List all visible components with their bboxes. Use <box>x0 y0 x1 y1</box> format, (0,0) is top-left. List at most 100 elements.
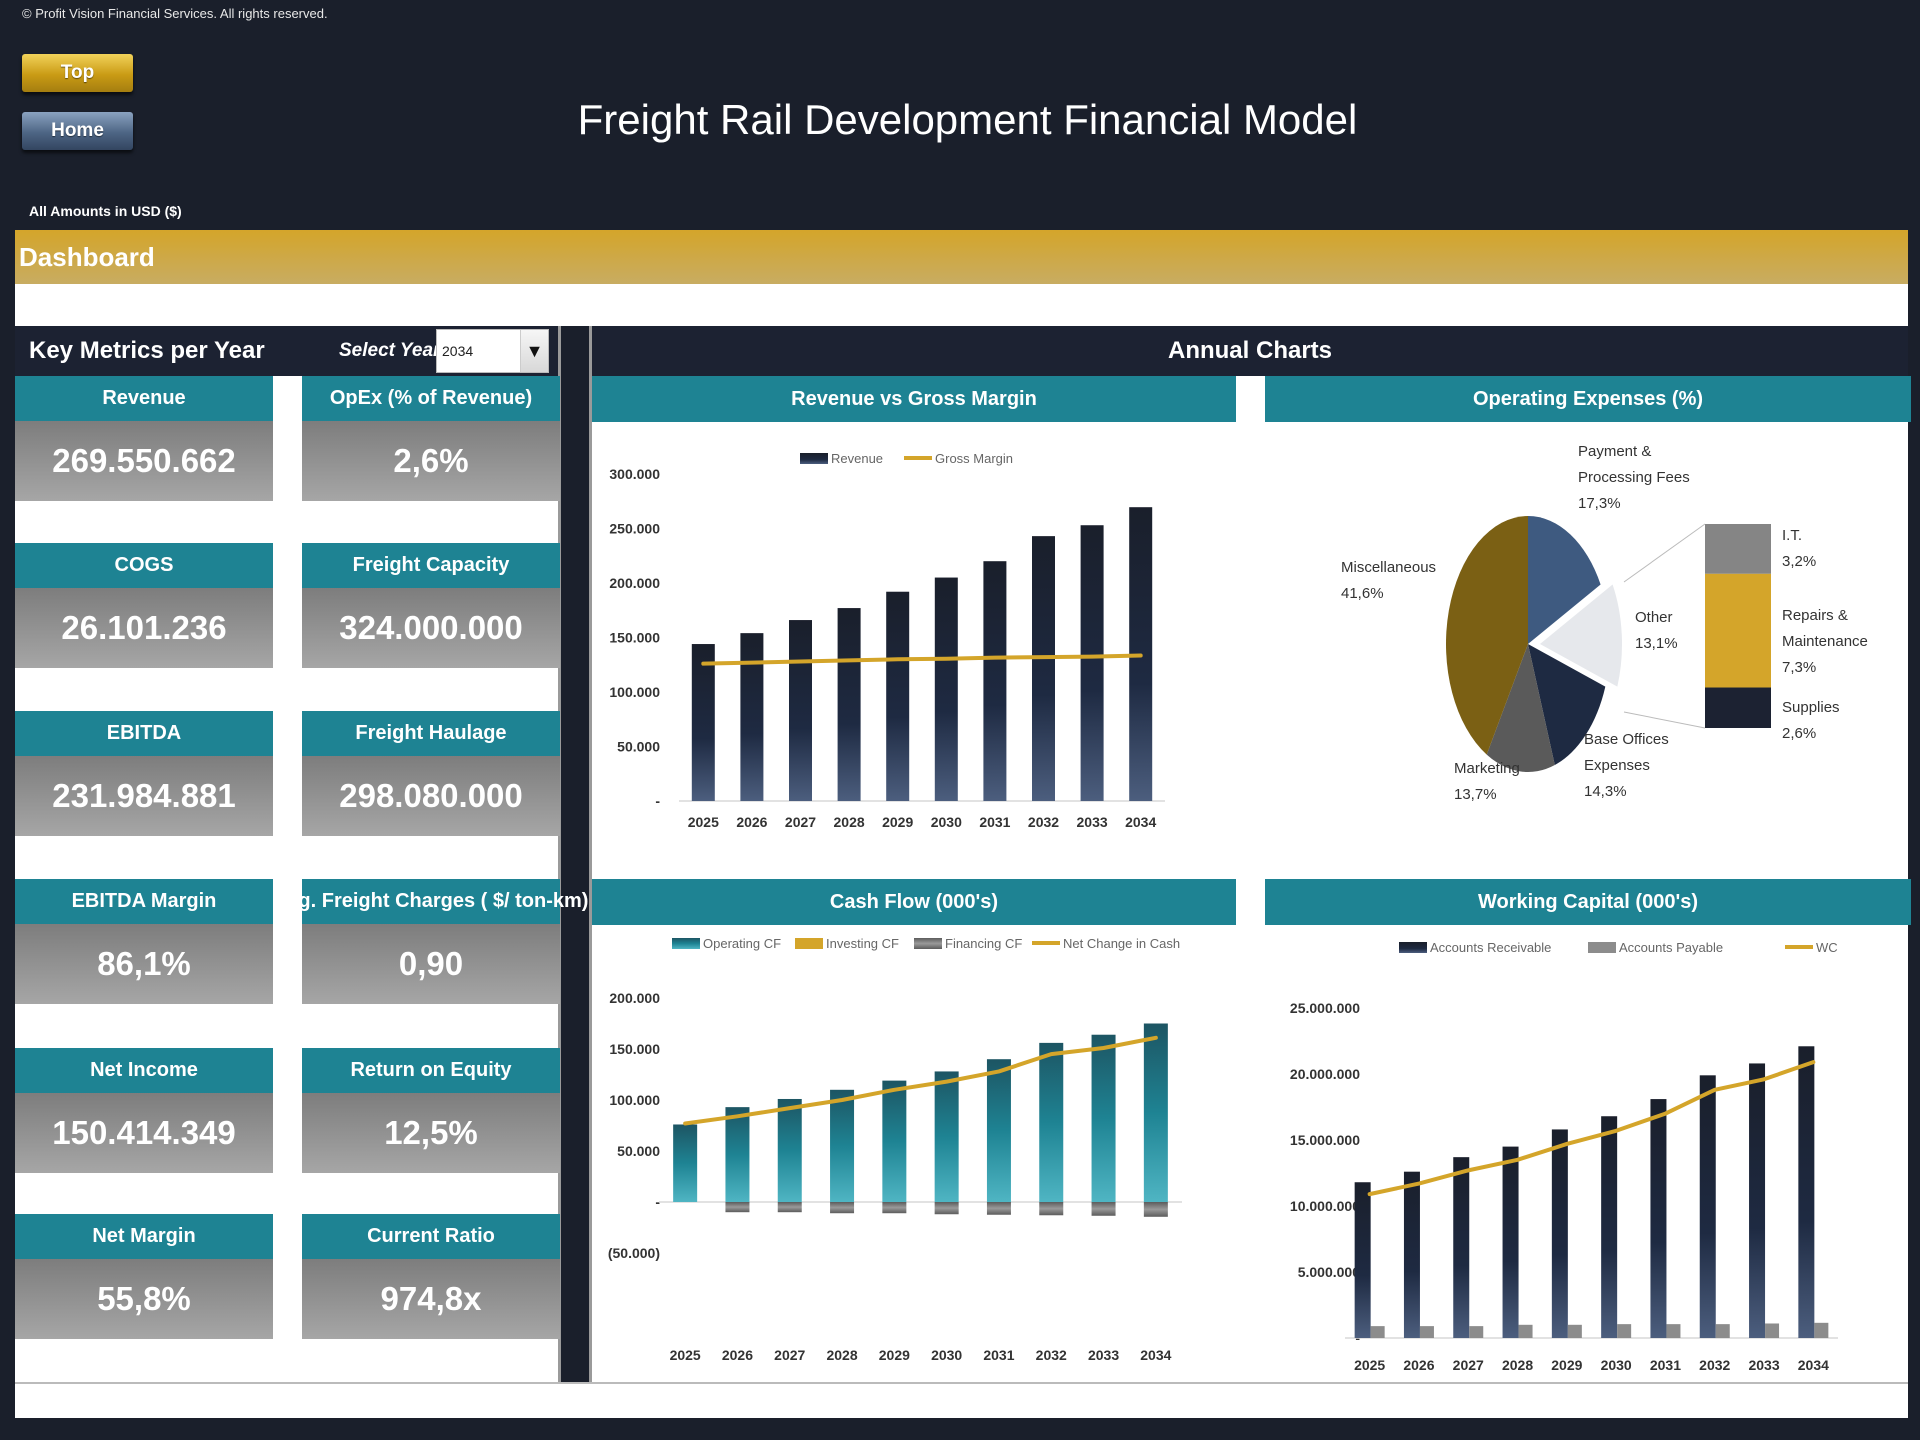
stack-segment-i-t- <box>1705 524 1771 574</box>
metric-card: OpEx (% of Revenue) 2,6% <box>302 376 560 501</box>
metric-label: Freight Haulage <box>302 711 560 756</box>
x-tick-label: 2028 <box>826 1347 857 1363</box>
metric-value: 0,90 <box>302 924 560 1004</box>
bar-revenue <box>837 608 861 801</box>
x-tick-label: 2030 <box>931 814 962 830</box>
legend-label: Gross Margin <box>935 451 1013 466</box>
x-tick-label: 2025 <box>670 1347 701 1363</box>
opex-pie-chart: Payment & Processing Fees 17,3% Other 13,1% B… <box>1341 443 1868 803</box>
bar-revenue <box>1032 536 1055 801</box>
y-tick-label: 250.000 <box>609 521 660 537</box>
x-tick-label: 2030 <box>1601 1357 1632 1373</box>
bar-revenue <box>1080 525 1104 801</box>
pie-label-base-offices: Base Offices Expenses 14,3% <box>1584 731 1669 800</box>
section-title: Dashboard <box>19 241 155 272</box>
chart-title-text: Working Capital (000's) <box>1478 890 1698 913</box>
year-select[interactable]: 2034 ▼ <box>436 329 549 373</box>
key-metrics-panel: Key Metrics per Year Select Year 2034 ▼ … <box>15 326 588 1382</box>
bar-accounts-receivable <box>1798 1046 1815 1338</box>
y-tick-label: 150.000 <box>609 630 660 646</box>
metric-card: Revenue 269.550.662 <box>15 376 273 501</box>
metric-label: EBITDA Margin <box>15 879 273 924</box>
bar-operating-cf <box>725 1107 750 1202</box>
bar-operating-cf <box>882 1080 907 1202</box>
stack-label-supplies: Supplies 2,6% <box>1782 699 1840 742</box>
section-header: Dashboard <box>15 230 1908 284</box>
x-tick-label: 2033 <box>1748 1357 1779 1373</box>
dropdown-arrow-icon[interactable]: ▼ <box>520 330 548 372</box>
y-tick-label: 50.000 <box>617 739 660 755</box>
x-tick-label: 2026 <box>722 1347 753 1363</box>
metric-value: 231.984.881 <box>15 756 273 836</box>
legend-label: WC <box>1816 940 1838 955</box>
legend-swatch <box>914 938 942 949</box>
legend-label: Accounts Receivable <box>1430 940 1551 955</box>
legend-swatch <box>1399 942 1427 953</box>
metric-card: EBITDA 231.984.881 <box>15 711 273 836</box>
y-tick-label: 50.000 <box>617 1143 660 1159</box>
legend-label: Revenue <box>831 451 883 466</box>
metric-label: Net Margin <box>15 1214 273 1259</box>
wc-chart: -5.000.00010.000.00015.000.00020.000.000… <box>1290 940 1838 1373</box>
revenue-chart: - 50.000 100.000 150.000 200.000 250.000 300.0… <box>609 451 1165 830</box>
x-tick-label: 2029 <box>879 1347 910 1363</box>
bar-accounts-receivable <box>1403 1171 1420 1338</box>
legend-label: Financing CF <box>945 936 1022 951</box>
metric-label: Revenue <box>15 376 273 421</box>
chart-title-text: Cash Flow (000's) <box>829 890 999 913</box>
y-tick-label: 200.000 <box>609 990 660 1006</box>
x-tick-label: 2025 <box>1354 1357 1385 1373</box>
bar-accounts-receivable <box>1453 1157 1470 1338</box>
metric-card: Freight Capacity 324.000.000 <box>302 543 560 668</box>
select-year-label: Select Year <box>339 340 441 361</box>
legend-label: Operating CF <box>703 936 781 951</box>
pie-label-other: Other 13,1% <box>1635 609 1678 652</box>
metric-value: 86,1% <box>15 924 273 1004</box>
bar-operating-cf <box>1143 1023 1168 1202</box>
bar-revenue <box>740 633 764 801</box>
year-select-value: 2034 <box>442 343 474 359</box>
metric-card: Freight Haulage 298.080.000 <box>302 711 560 836</box>
copyright-text: © Profit Vision Financial Services. All … <box>22 6 328 21</box>
top-button[interactable]: Top <box>22 54 133 92</box>
x-tick-label: 2034 <box>1125 814 1156 830</box>
bar-accounts-receivable <box>1354 1182 1371 1338</box>
bar-accounts-payable <box>1814 1322 1829 1338</box>
bar-financing-cf <box>830 1202 855 1214</box>
x-tick-label: 2028 <box>1502 1357 1533 1373</box>
y-tick-label: - <box>655 793 660 809</box>
y-tick-label: 200.000 <box>609 575 660 591</box>
bar-financing-cf <box>882 1202 907 1214</box>
currency-note: All Amounts in USD ($) <box>29 203 182 219</box>
metric-value: 324.000.000 <box>302 588 560 668</box>
legend-label: Net Change in Cash <box>1063 936 1180 951</box>
bar-operating-cf <box>673 1124 698 1202</box>
bar-financing-cf <box>934 1202 959 1215</box>
annual-charts-header: Annual Charts <box>592 326 1908 376</box>
metric-card: Net Margin 55,8% <box>15 1214 273 1339</box>
metric-label: Net Income <box>15 1048 273 1093</box>
metric-card: EBITDA Margin 86,1% <box>15 879 273 1004</box>
bar-accounts-payable <box>1765 1323 1780 1338</box>
chart-title-wc: Working Capital (000's) <box>1265 879 1911 925</box>
metric-label: EBITDA <box>15 711 273 756</box>
bar-accounts-payable <box>1715 1324 1730 1338</box>
metric-value: 269.550.662 <box>15 421 273 501</box>
x-tick-label: 2027 <box>1453 1357 1484 1373</box>
chart-title-opex: Operating Expenses (%) <box>1265 376 1911 422</box>
x-tick-label: 2029 <box>882 814 913 830</box>
x-tick-label: 2030 <box>931 1347 962 1363</box>
bar-operating-cf <box>986 1059 1011 1202</box>
bar-operating-cf <box>1039 1042 1064 1202</box>
metric-value: 55,8% <box>15 1259 273 1339</box>
bar-accounts-payable <box>1370 1326 1385 1338</box>
bar-financing-cf <box>777 1202 802 1213</box>
x-tick-label: 2031 <box>1650 1357 1681 1373</box>
bar-revenue <box>789 620 812 801</box>
bar-accounts-receivable <box>1650 1099 1667 1338</box>
legend-swatch <box>800 453 828 464</box>
y-tick-label: 20.000.000 <box>1290 1066 1360 1082</box>
metric-label: COGS <box>15 543 273 588</box>
bar-operating-cf <box>777 1098 802 1202</box>
metric-card: Net Income 150.414.349 <box>15 1048 273 1173</box>
